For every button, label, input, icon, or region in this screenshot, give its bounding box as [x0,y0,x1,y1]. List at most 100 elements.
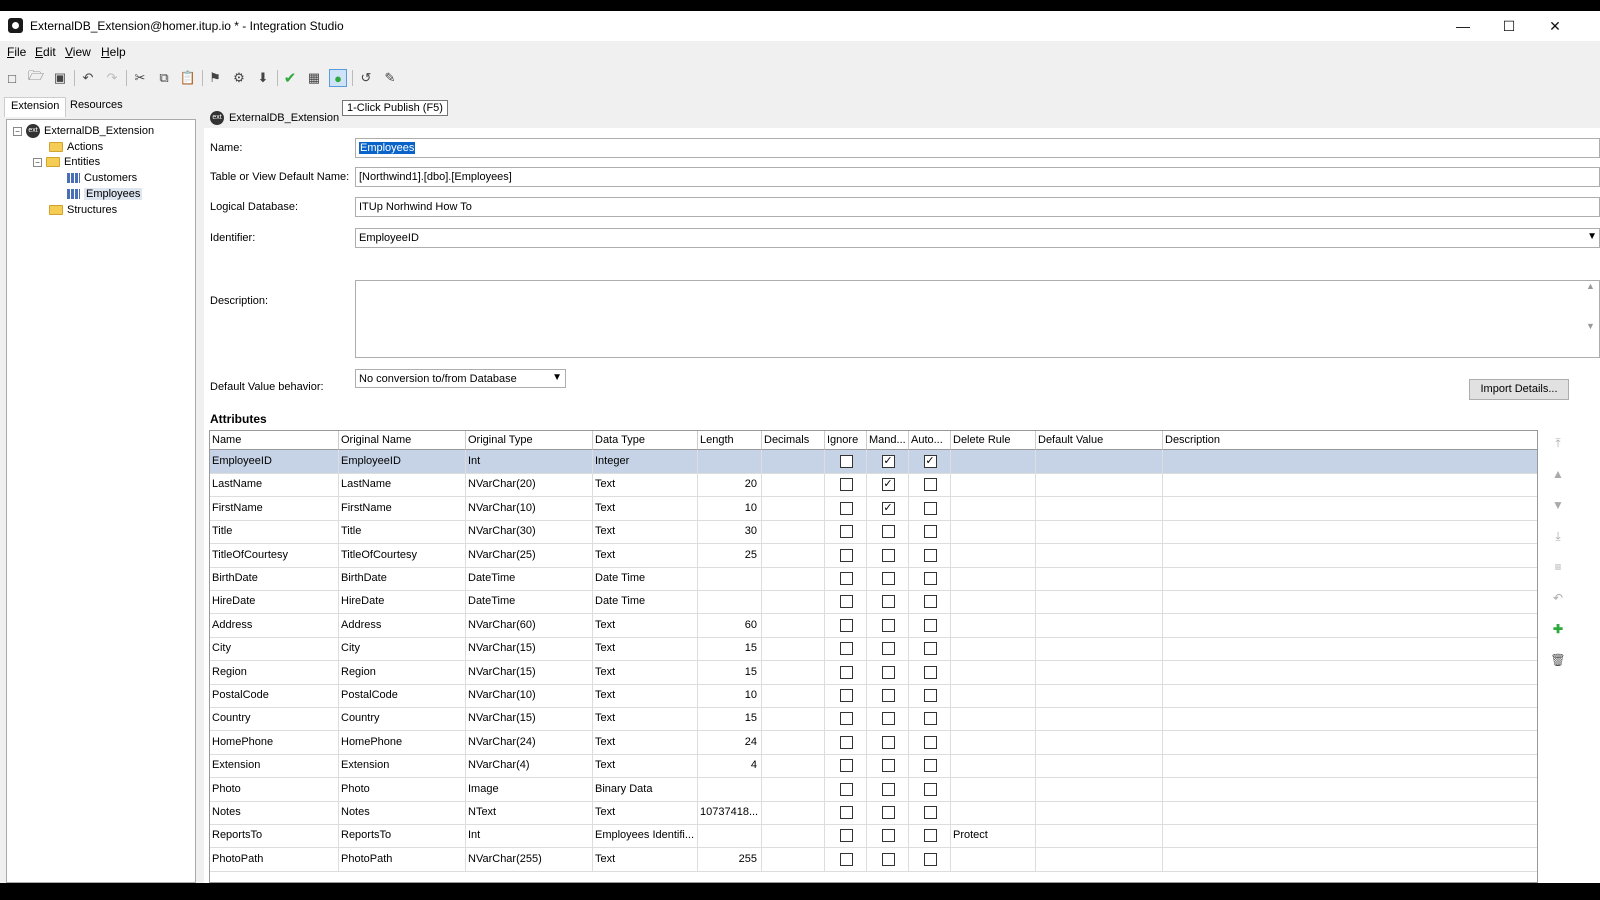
cell-auto[interactable] [909,801,951,825]
column-header[interactable]: Delete Rule [951,431,1036,450]
table-row[interactable]: Notes Notes NText Text 10737418... [210,801,1537,825]
cell-name[interactable]: PostalCode [210,684,339,708]
cell-ignore[interactable] [825,847,867,872]
cell-original-type[interactable]: NVarChar(255) [466,847,593,872]
collapse-icon[interactable]: − [33,157,42,167]
menu-edit[interactable]: Edit [35,45,56,59]
cell-decimals[interactable] [762,824,825,849]
ignore-checkbox[interactable] [839,829,853,843]
ignore-checkbox[interactable] [839,572,853,585]
cell-auto[interactable] [909,777,951,802]
cell-decimals[interactable] [762,847,825,872]
cell-delete-rule[interactable] [951,473,1036,498]
cell-original-type[interactable]: NVarChar(15) [466,660,593,685]
tree-node-entities[interactable]: − Entities [33,154,100,170]
table-row[interactable]: HireDate HireDate DateTime Date Time [210,590,1537,615]
cell-original-name[interactable]: PostalCode [339,684,466,708]
cell-mandatory[interactable] [867,754,909,779]
table-row[interactable]: TitleOfCourtesy TitleOfCourtesy NVarChar(2… [210,543,1537,568]
ignore-checkbox[interactable] [839,712,853,726]
cell-mandatory[interactable] [867,684,909,708]
cell-decimals[interactable] [762,567,825,591]
cell-ignore[interactable] [825,801,867,825]
auto-checkbox[interactable] [923,689,937,702]
cell-length[interactable]: 10 [698,496,762,521]
cell-data-type[interactable]: Text [593,847,698,872]
cell-decimals[interactable] [762,590,825,615]
cell-data-type[interactable]: Text [593,730,698,755]
cell-mandatory[interactable]: ✓ [867,450,909,474]
cell-delete-rule[interactable] [951,567,1036,591]
column-header[interactable]: Original Type [466,431,593,450]
cell-length[interactable]: 15 [698,637,762,662]
cell-description[interactable] [1163,731,1537,755]
cell-decimals[interactable] [762,450,825,474]
cell-data-type[interactable]: Integer [593,450,698,474]
cell-default-value[interactable] [1036,847,1163,872]
cell-default-value[interactable] [1036,543,1163,568]
cell-original-type[interactable]: NVarChar(24) [466,730,593,755]
cell-length[interactable] [698,777,762,802]
ignore-checkbox[interactable] [839,806,853,819]
document-tab[interactable]: ext ExternalDB_Extension [210,108,339,128]
cell-description[interactable] [1163,614,1537,638]
redo-icon[interactable]: ↷ [103,69,121,87]
cell-mandatory[interactable]: ✓ [867,473,909,498]
ignore-checkbox[interactable] [839,525,853,539]
cell-ignore[interactable] [825,660,867,685]
cell-original-type[interactable]: NVarChar(20) [466,473,593,498]
open-folder-icon[interactable]: 🗁 [27,68,45,87]
cell-decimals[interactable] [762,613,825,638]
identifier-select[interactable]: EmployeeID ▼ [355,228,1600,248]
cell-length[interactable]: 10737418... [698,801,762,825]
cell-original-type[interactable]: NVarChar(15) [466,637,593,662]
edit-icon[interactable]: ✎ [381,69,399,87]
cell-original-name[interactable]: LastName [339,473,466,498]
cell-description[interactable] [1163,848,1537,872]
cell-default-value[interactable] [1036,707,1163,732]
close-button[interactable]: ✕ [1532,11,1578,41]
verify-icon[interactable]: ✔ [281,69,299,87]
cell-name[interactable]: PhotoPath [210,847,339,872]
ignore-checkbox[interactable] [839,759,853,773]
cell-data-type[interactable]: Text [593,754,698,779]
tree-node-employees[interactable]: Employees [67,186,143,202]
column-header[interactable]: Original Name [339,431,466,450]
cell-description[interactable] [1163,801,1537,825]
cell-length[interactable] [698,590,762,615]
ignore-checkbox[interactable] [839,735,853,749]
paste-icon[interactable]: 📋 [179,69,197,87]
cell-decimals[interactable] [762,730,825,755]
cell-length[interactable]: 30 [698,520,762,545]
ignore-checkbox[interactable] [839,548,853,562]
cell-auto[interactable] [909,824,951,849]
scrollbar[interactable]: ▲ ▼ [1582,281,1599,357]
cell-original-name[interactable]: Notes [339,801,466,825]
cell-length[interactable]: 15 [698,660,762,685]
cell-delete-rule[interactable] [951,543,1036,568]
cell-mandatory[interactable] [867,824,909,849]
cell-default-value[interactable] [1036,590,1163,615]
cell-original-name[interactable]: EmployeeID [339,450,466,474]
cell-description[interactable] [1163,544,1537,568]
cell-delete-rule[interactable] [951,520,1036,545]
cell-default-value[interactable] [1036,613,1163,638]
cut-icon[interactable]: ✂ [131,69,149,87]
cell-mandatory[interactable] [867,520,909,545]
cell-original-type[interactable]: NVarChar(4) [466,754,593,779]
auto-checkbox[interactable] [923,759,937,773]
cell-default-value[interactable] [1036,473,1163,498]
cell-length[interactable]: 15 [698,707,762,732]
cell-original-name[interactable]: Extension [339,754,466,779]
cell-original-type[interactable]: Image [466,777,593,802]
cell-data-type[interactable]: Text [593,801,698,825]
table-row[interactable]: EmployeeID EmployeeID Int Integer ✓ ✓ [210,450,1537,474]
cell-length[interactable]: 20 [698,473,762,498]
move-top-icon[interactable]: ⤒ [1548,433,1568,453]
cell-data-type[interactable]: Employees Identifi... [593,824,698,849]
cell-decimals[interactable] [762,754,825,779]
cell-ignore[interactable] [825,473,867,498]
cell-length[interactable]: 60 [698,613,762,638]
table-row[interactable]: ReportsTo ReportsTo Int Employees Identifi.… [210,824,1537,849]
cell-delete-rule[interactable] [951,590,1036,615]
